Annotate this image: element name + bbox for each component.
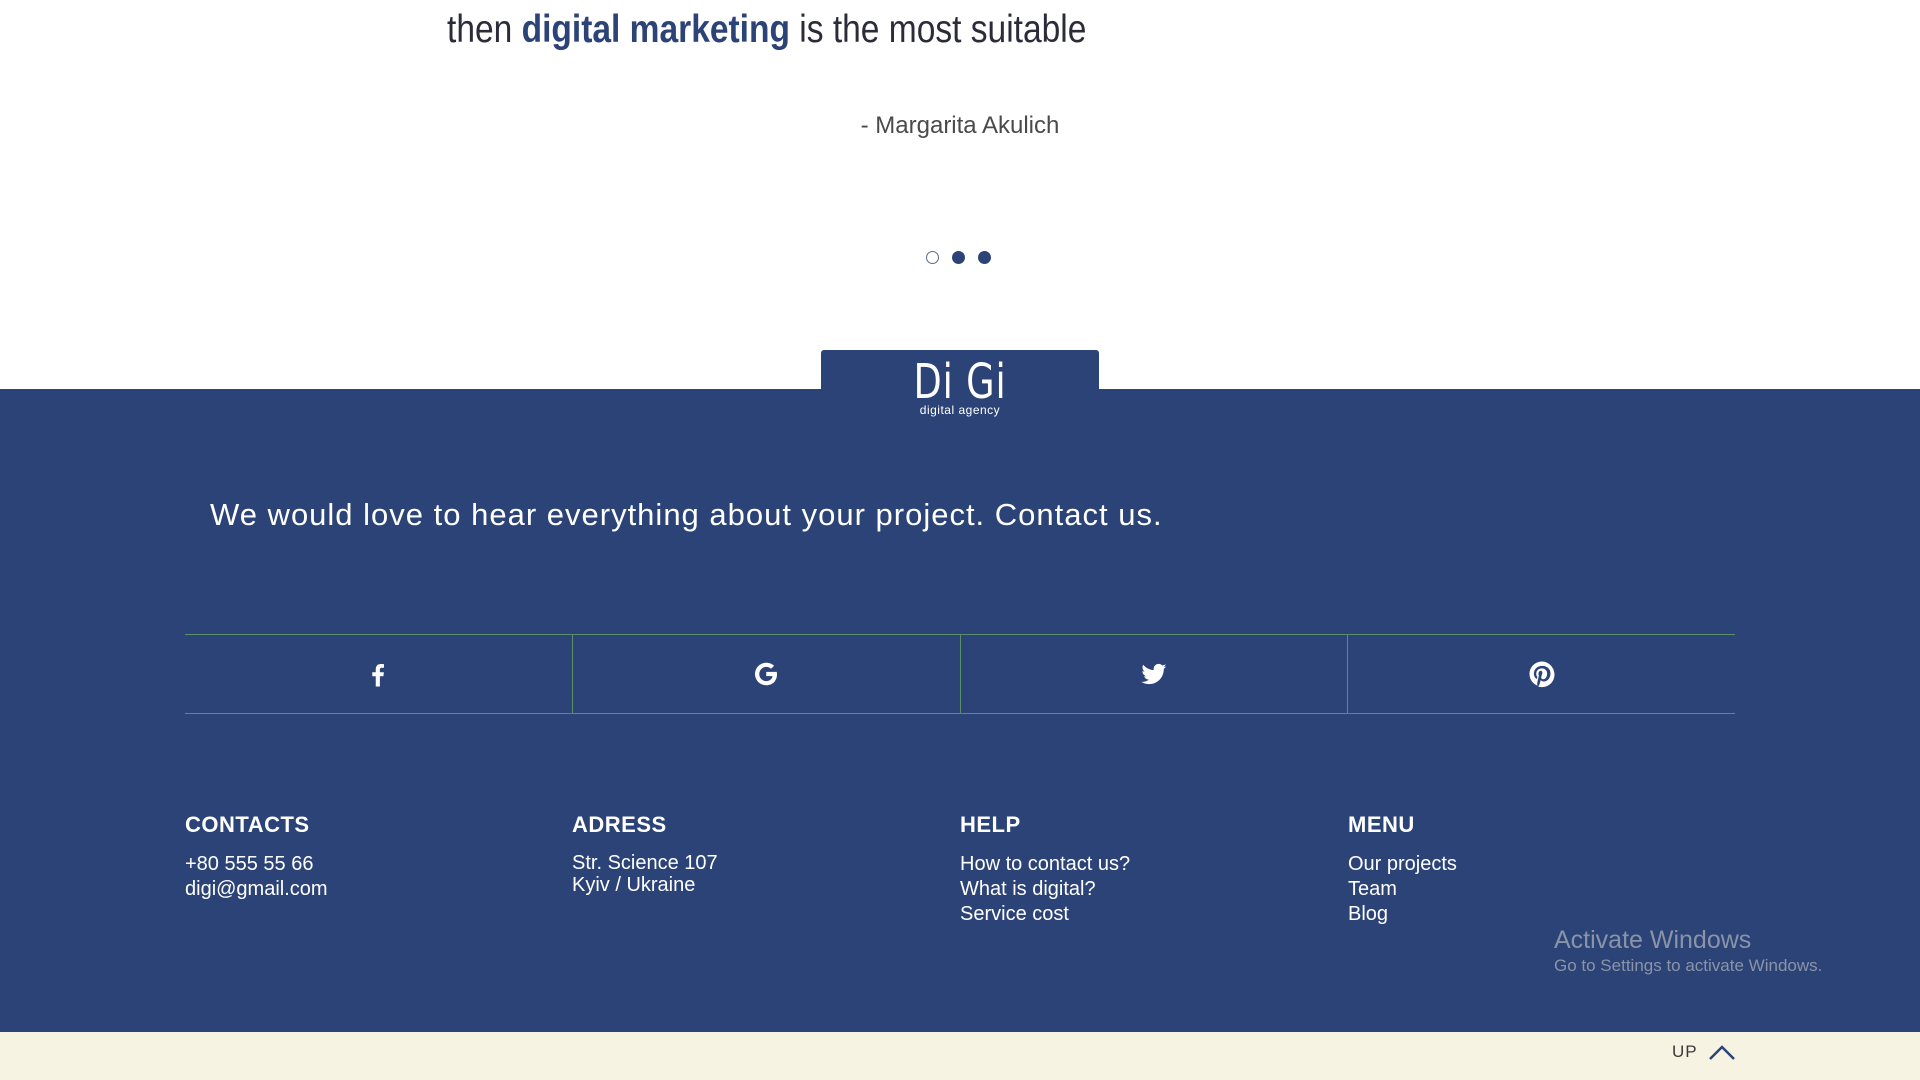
- facebook-icon: [372, 664, 385, 687]
- carousel-dots: [926, 251, 991, 264]
- phone-link[interactable]: +80 555 55 66: [185, 852, 328, 877]
- contacts-title: CONTACTS: [185, 812, 310, 837]
- watermark-subtitle: Go to Settings to activate Windows.: [1554, 956, 1823, 975]
- quote-section: then digital marketing is the most suita…: [0, 0, 1920, 389]
- help-link-contact[interactable]: How to contact us?: [960, 852, 1130, 877]
- pinterest-icon: [1529, 661, 1555, 688]
- email-link[interactable]: digi@gmail.com: [185, 877, 328, 902]
- menu-column: MENU Our projects Team Blog: [1348, 813, 1457, 927]
- scroll-up-button[interactable]: UP: [1672, 1042, 1736, 1062]
- quote-highlight: digital marketing: [521, 8, 790, 51]
- twitter-link[interactable]: [961, 635, 1349, 713]
- menu-link-projects[interactable]: Our projects: [1348, 852, 1457, 877]
- up-label: UP: [1672, 1042, 1698, 1061]
- logo[interactable]: Di Gi digital agency: [821, 350, 1099, 418]
- chevron-up-icon: [1708, 1045, 1735, 1060]
- contacts-column: CONTACTS +80 555 55 66 digi@gmail.com: [185, 813, 328, 902]
- contact-tagline: We would love to hear everything about y…: [210, 497, 1163, 532]
- help-link-cost[interactable]: Service cost: [960, 902, 1130, 927]
- quote-author: - Margarita Akulich: [860, 112, 1060, 139]
- pinterest-link[interactable]: [1348, 635, 1735, 713]
- menu-link-blog[interactable]: Blog: [1348, 902, 1457, 927]
- facebook-link[interactable]: [185, 635, 573, 713]
- activate-windows-watermark: Activate Windows Go to Settings to activ…: [1554, 925, 1822, 977]
- address-line-1: Str. Science 107: [572, 852, 718, 874]
- quote-text: then digital marketing is the most suita…: [447, 8, 1086, 52]
- carousel-dot-2[interactable]: [952, 251, 965, 264]
- help-column: HELP How to contact us? What is digital?…: [960, 813, 1130, 927]
- bottom-bar: UP: [0, 1032, 1920, 1080]
- menu-link-team[interactable]: Team: [1348, 877, 1457, 902]
- social-links: [185, 634, 1735, 714]
- logo-wordmark: Di Gi: [913, 354, 1007, 410]
- address-column: ADRESS Str. Science 107 Kyiv / Ukraine: [572, 812, 718, 897]
- carousel-dot-3[interactable]: [978, 251, 991, 264]
- quote-prefix: then: [447, 8, 522, 51]
- menu-title: MENU: [1348, 812, 1415, 837]
- footer: We would love to hear everything about y…: [0, 389, 1920, 1032]
- google-link[interactable]: [573, 635, 961, 713]
- carousel-dot-1[interactable]: [926, 251, 939, 264]
- help-title: HELP: [960, 812, 1021, 837]
- address-title: ADRESS: [572, 812, 667, 837]
- watermark-title: Activate Windows: [1554, 926, 1752, 954]
- google-icon: [755, 662, 778, 686]
- twitter-icon: [1141, 663, 1167, 685]
- address-line-2: Kyiv / Ukraine: [572, 874, 696, 896]
- help-link-digital[interactable]: What is digital?: [960, 877, 1130, 902]
- quote-suffix: is the most suitable: [789, 8, 1087, 51]
